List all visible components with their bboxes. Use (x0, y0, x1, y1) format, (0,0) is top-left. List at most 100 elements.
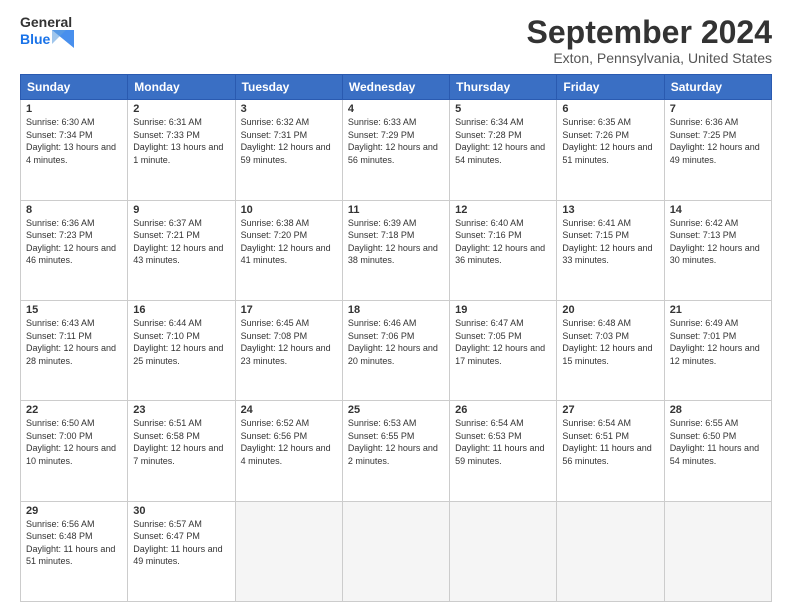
calendar-table: Sunday Monday Tuesday Wednesday Thursday… (20, 74, 772, 602)
day-number: 22 (26, 404, 122, 416)
day-number: 3 (241, 103, 337, 115)
day-info: Sunrise: 6:39 AMSunset: 7:18 PMDaylight:… (348, 218, 438, 266)
table-cell: 11 Sunrise: 6:39 AMSunset: 7:18 PMDaylig… (342, 200, 449, 300)
day-info: Sunrise: 6:36 AMSunset: 7:25 PMDaylight:… (670, 117, 760, 165)
table-cell: 24 Sunrise: 6:52 AMSunset: 6:56 PMDaylig… (235, 401, 342, 501)
day-info: Sunrise: 6:54 AMSunset: 6:53 PMDaylight:… (455, 418, 544, 466)
table-cell (557, 501, 664, 601)
day-info: Sunrise: 6:47 AMSunset: 7:05 PMDaylight:… (455, 318, 545, 366)
day-number: 15 (26, 304, 122, 316)
day-number: 10 (241, 204, 337, 216)
day-info: Sunrise: 6:49 AMSunset: 7:01 PMDaylight:… (670, 318, 760, 366)
table-cell: 15 Sunrise: 6:43 AMSunset: 7:11 PMDaylig… (21, 300, 128, 400)
table-cell: 4 Sunrise: 6:33 AMSunset: 7:29 PMDayligh… (342, 100, 449, 200)
day-number: 7 (670, 103, 766, 115)
col-thursday: Thursday (450, 75, 557, 100)
day-number: 30 (133, 505, 229, 517)
day-info: Sunrise: 6:51 AMSunset: 6:58 PMDaylight:… (133, 418, 223, 466)
week-row: 1 Sunrise: 6:30 AMSunset: 7:34 PMDayligh… (21, 100, 772, 200)
day-info: Sunrise: 6:34 AMSunset: 7:28 PMDaylight:… (455, 117, 545, 165)
table-cell: 8 Sunrise: 6:36 AMSunset: 7:23 PMDayligh… (21, 200, 128, 300)
day-info: Sunrise: 6:53 AMSunset: 6:55 PMDaylight:… (348, 418, 438, 466)
table-cell: 26 Sunrise: 6:54 AMSunset: 6:53 PMDaylig… (450, 401, 557, 501)
day-info: Sunrise: 6:33 AMSunset: 7:29 PMDaylight:… (348, 117, 438, 165)
day-number: 1 (26, 103, 122, 115)
table-cell: 27 Sunrise: 6:54 AMSunset: 6:51 PMDaylig… (557, 401, 664, 501)
day-info: Sunrise: 6:31 AMSunset: 7:33 PMDaylight:… (133, 117, 223, 165)
day-number: 5 (455, 103, 551, 115)
day-number: 6 (562, 103, 658, 115)
day-number: 21 (670, 304, 766, 316)
table-cell: 30 Sunrise: 6:57 AMSunset: 6:47 PMDaylig… (128, 501, 235, 601)
table-cell: 2 Sunrise: 6:31 AMSunset: 7:33 PMDayligh… (128, 100, 235, 200)
day-info: Sunrise: 6:48 AMSunset: 7:03 PMDaylight:… (562, 318, 652, 366)
day-number: 12 (455, 204, 551, 216)
day-number: 20 (562, 304, 658, 316)
table-cell: 10 Sunrise: 6:38 AMSunset: 7:20 PMDaylig… (235, 200, 342, 300)
table-cell (450, 501, 557, 601)
day-info: Sunrise: 6:36 AMSunset: 7:23 PMDaylight:… (26, 218, 116, 266)
table-cell: 16 Sunrise: 6:44 AMSunset: 7:10 PMDaylig… (128, 300, 235, 400)
day-number: 27 (562, 404, 658, 416)
table-cell (664, 501, 771, 601)
table-cell: 12 Sunrise: 6:40 AMSunset: 7:16 PMDaylig… (450, 200, 557, 300)
table-cell: 23 Sunrise: 6:51 AMSunset: 6:58 PMDaylig… (128, 401, 235, 501)
logo-chevron-icon (52, 30, 74, 48)
title-block: September 2024 Exton, Pennsylvania, Unit… (527, 15, 772, 66)
table-cell: 6 Sunrise: 6:35 AMSunset: 7:26 PMDayligh… (557, 100, 664, 200)
col-wednesday: Wednesday (342, 75, 449, 100)
day-number: 11 (348, 204, 444, 216)
col-friday: Friday (557, 75, 664, 100)
table-cell (235, 501, 342, 601)
day-info: Sunrise: 6:43 AMSunset: 7:11 PMDaylight:… (26, 318, 116, 366)
day-number: 19 (455, 304, 551, 316)
header-row: Sunday Monday Tuesday Wednesday Thursday… (21, 75, 772, 100)
table-cell: 13 Sunrise: 6:41 AMSunset: 7:15 PMDaylig… (557, 200, 664, 300)
day-info: Sunrise: 6:45 AMSunset: 7:08 PMDaylight:… (241, 318, 331, 366)
day-number: 2 (133, 103, 229, 115)
table-cell: 21 Sunrise: 6:49 AMSunset: 7:01 PMDaylig… (664, 300, 771, 400)
table-cell: 18 Sunrise: 6:46 AMSunset: 7:06 PMDaylig… (342, 300, 449, 400)
page: General Blue September 2024 Exton, Penns… (0, 0, 792, 612)
day-info: Sunrise: 6:46 AMSunset: 7:06 PMDaylight:… (348, 318, 438, 366)
day-info: Sunrise: 6:57 AMSunset: 6:47 PMDaylight:… (133, 519, 222, 567)
table-cell: 28 Sunrise: 6:55 AMSunset: 6:50 PMDaylig… (664, 401, 771, 501)
table-cell: 19 Sunrise: 6:47 AMSunset: 7:05 PMDaylig… (450, 300, 557, 400)
day-number: 25 (348, 404, 444, 416)
table-cell: 20 Sunrise: 6:48 AMSunset: 7:03 PMDaylig… (557, 300, 664, 400)
day-info: Sunrise: 6:54 AMSunset: 6:51 PMDaylight:… (562, 418, 651, 466)
header: General Blue September 2024 Exton, Penns… (20, 15, 772, 66)
month-title: September 2024 (527, 15, 772, 50)
day-info: Sunrise: 6:32 AMSunset: 7:31 PMDaylight:… (241, 117, 331, 165)
logo-general: General (20, 15, 72, 30)
day-info: Sunrise: 6:35 AMSunset: 7:26 PMDaylight:… (562, 117, 652, 165)
table-cell: 7 Sunrise: 6:36 AMSunset: 7:25 PMDayligh… (664, 100, 771, 200)
table-cell: 3 Sunrise: 6:32 AMSunset: 7:31 PMDayligh… (235, 100, 342, 200)
day-number: 17 (241, 304, 337, 316)
table-cell: 25 Sunrise: 6:53 AMSunset: 6:55 PMDaylig… (342, 401, 449, 501)
table-cell (342, 501, 449, 601)
location: Exton, Pennsylvania, United States (527, 50, 772, 66)
day-number: 26 (455, 404, 551, 416)
col-tuesday: Tuesday (235, 75, 342, 100)
week-row: 15 Sunrise: 6:43 AMSunset: 7:11 PMDaylig… (21, 300, 772, 400)
day-info: Sunrise: 6:42 AMSunset: 7:13 PMDaylight:… (670, 218, 760, 266)
logo: General Blue (20, 15, 74, 48)
day-number: 29 (26, 505, 122, 517)
week-row: 29 Sunrise: 6:56 AMSunset: 6:48 PMDaylig… (21, 501, 772, 601)
table-cell: 22 Sunrise: 6:50 AMSunset: 7:00 PMDaylig… (21, 401, 128, 501)
day-number: 13 (562, 204, 658, 216)
day-number: 24 (241, 404, 337, 416)
day-info: Sunrise: 6:50 AMSunset: 7:00 PMDaylight:… (26, 418, 116, 466)
table-cell: 5 Sunrise: 6:34 AMSunset: 7:28 PMDayligh… (450, 100, 557, 200)
day-number: 9 (133, 204, 229, 216)
table-cell: 14 Sunrise: 6:42 AMSunset: 7:13 PMDaylig… (664, 200, 771, 300)
col-saturday: Saturday (664, 75, 771, 100)
day-number: 18 (348, 304, 444, 316)
col-sunday: Sunday (21, 75, 128, 100)
day-info: Sunrise: 6:52 AMSunset: 6:56 PMDaylight:… (241, 418, 331, 466)
day-number: 4 (348, 103, 444, 115)
day-info: Sunrise: 6:38 AMSunset: 7:20 PMDaylight:… (241, 218, 331, 266)
table-cell: 9 Sunrise: 6:37 AMSunset: 7:21 PMDayligh… (128, 200, 235, 300)
day-number: 8 (26, 204, 122, 216)
